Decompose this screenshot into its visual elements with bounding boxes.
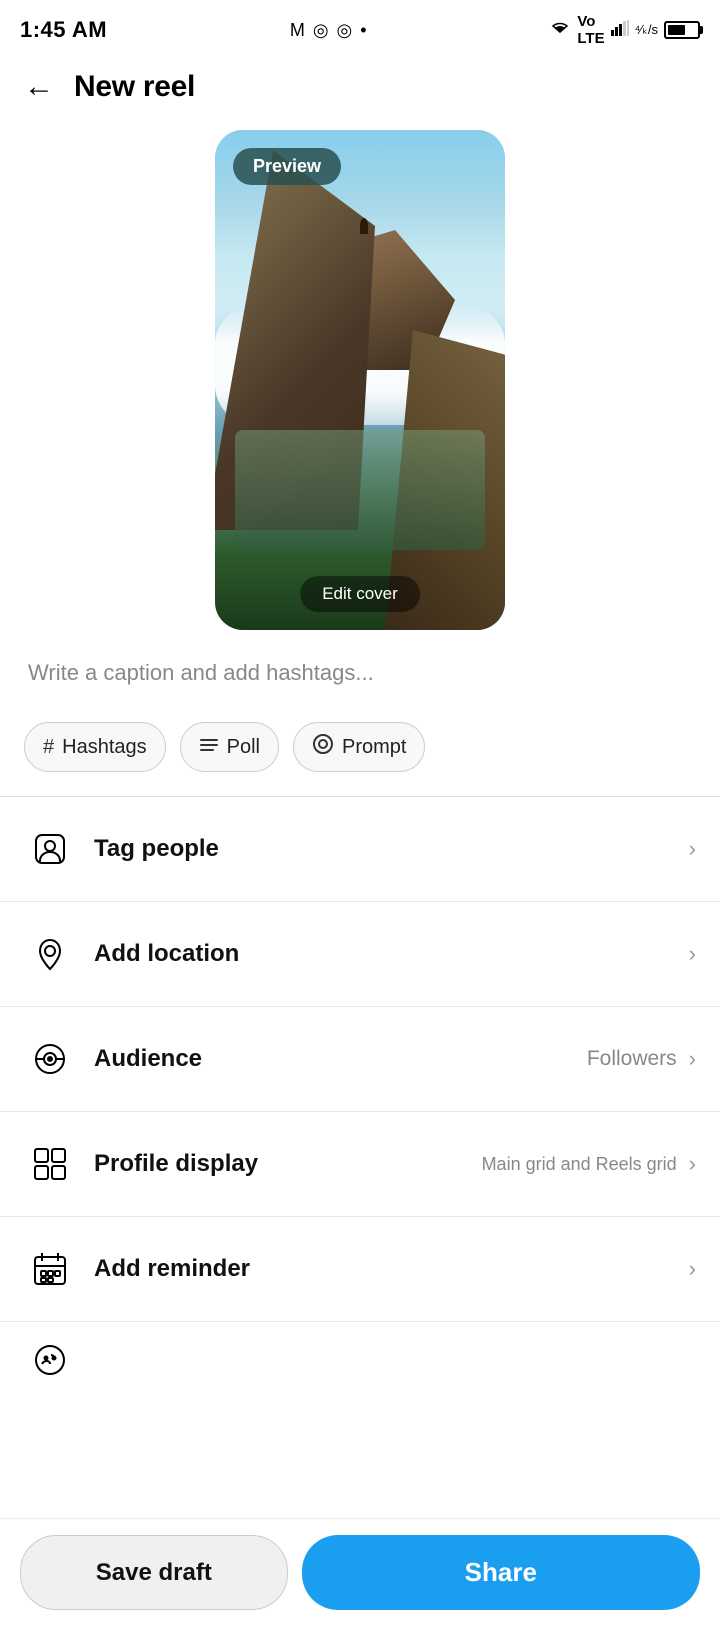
profile-display-content: Profile display Main grid and Reels grid…	[94, 1150, 696, 1178]
page-title: New reel	[74, 70, 195, 104]
signal-icon: VoLTE	[577, 13, 604, 47]
audience-value: Followers	[587, 1047, 677, 1071]
status-bar: 1:45 AM M ◎ ◎ • VoLTE ⁴⁄ₖ/s	[0, 0, 720, 60]
hashtag-icon: #	[43, 736, 54, 759]
header: ← New reel	[0, 60, 720, 120]
status-right: VoLTE ⁴⁄ₖ/s	[549, 13, 700, 47]
add-reminder-chevron: ›	[689, 1256, 696, 1282]
save-draft-button[interactable]: Save draft	[20, 1535, 288, 1610]
prompt-label: Prompt	[342, 736, 406, 759]
tag-people-chevron: ›	[689, 836, 696, 862]
add-reminder-label: Add reminder	[94, 1255, 250, 1283]
instagram-icon1: ◎	[313, 20, 329, 41]
preview-badge[interactable]: Preview	[233, 148, 341, 185]
audience-icon	[24, 1033, 76, 1085]
profile-display-chevron: ›	[689, 1151, 696, 1177]
options-list: Tag people › Add location ›	[0, 797, 720, 1382]
profile-display-option[interactable]: Profile display Main grid and Reels grid…	[0, 1112, 720, 1217]
partial-option-icon	[24, 1334, 76, 1382]
add-location-content: Add location ›	[94, 940, 696, 968]
preview-container: Preview Edit cover	[0, 120, 720, 650]
profile-display-label: Profile display	[94, 1150, 258, 1178]
tag-people-label: Tag people	[94, 835, 219, 863]
add-reminder-icon	[24, 1243, 76, 1295]
hashtags-button[interactable]: # Hashtags	[24, 722, 166, 772]
caption-area[interactable]: Write a caption and add hashtags...	[0, 650, 720, 706]
gmail-icon: M	[290, 20, 305, 41]
bottom-spacer	[0, 1382, 720, 1502]
share-button[interactable]: Share	[302, 1535, 700, 1610]
hashtags-label: Hashtags	[62, 736, 147, 759]
prompt-icon	[312, 733, 334, 761]
add-reminder-option[interactable]: Add reminder ›	[0, 1217, 720, 1322]
dot-icon: •	[360, 20, 366, 41]
add-location-label: Add location	[94, 940, 239, 968]
status-time: 1:45 AM	[20, 17, 107, 43]
add-location-chevron: ›	[689, 941, 696, 967]
audience-label: Audience	[94, 1045, 202, 1073]
add-reminder-content: Add reminder ›	[94, 1255, 696, 1283]
add-location-icon	[24, 928, 76, 980]
caption-placeholder[interactable]: Write a caption and add hashtags...	[28, 660, 374, 685]
poll-icon	[199, 735, 219, 759]
tag-people-option[interactable]: Tag people ›	[0, 797, 720, 902]
partial-option[interactable]	[0, 1322, 720, 1382]
speed-icon: ⁴⁄ₖ/s	[635, 22, 658, 38]
edit-cover-button[interactable]: Edit cover	[300, 576, 420, 612]
audience-content: Audience Followers ›	[94, 1045, 696, 1073]
poll-label: Poll	[227, 736, 260, 759]
tag-people-content: Tag people ›	[94, 835, 696, 863]
bottom-actions: Save draft Share	[0, 1518, 720, 1640]
poll-button[interactable]: Poll	[180, 722, 279, 772]
instagram-icon2: ◎	[337, 20, 353, 41]
tag-buttons-row: # Hashtags Poll Prompt	[0, 706, 720, 796]
person-silhouette	[360, 218, 368, 234]
profile-display-icon	[24, 1138, 76, 1190]
profile-display-value: Main grid and Reels grid	[482, 1154, 677, 1175]
preview-image	[215, 130, 505, 630]
back-button[interactable]: ←	[24, 72, 54, 102]
wifi-icon	[549, 20, 571, 41]
preview-card[interactable]: Preview Edit cover	[215, 130, 505, 630]
status-icons: M ◎ ◎ •	[290, 20, 367, 41]
audience-chevron: ›	[689, 1046, 696, 1072]
lte-signal-icon	[611, 20, 629, 41]
prompt-button[interactable]: Prompt	[293, 722, 425, 772]
battery-icon	[664, 21, 700, 39]
audience-option[interactable]: Audience Followers ›	[0, 1007, 720, 1112]
city-layer	[235, 430, 485, 550]
add-location-option[interactable]: Add location ›	[0, 902, 720, 1007]
tag-people-icon	[24, 823, 76, 875]
